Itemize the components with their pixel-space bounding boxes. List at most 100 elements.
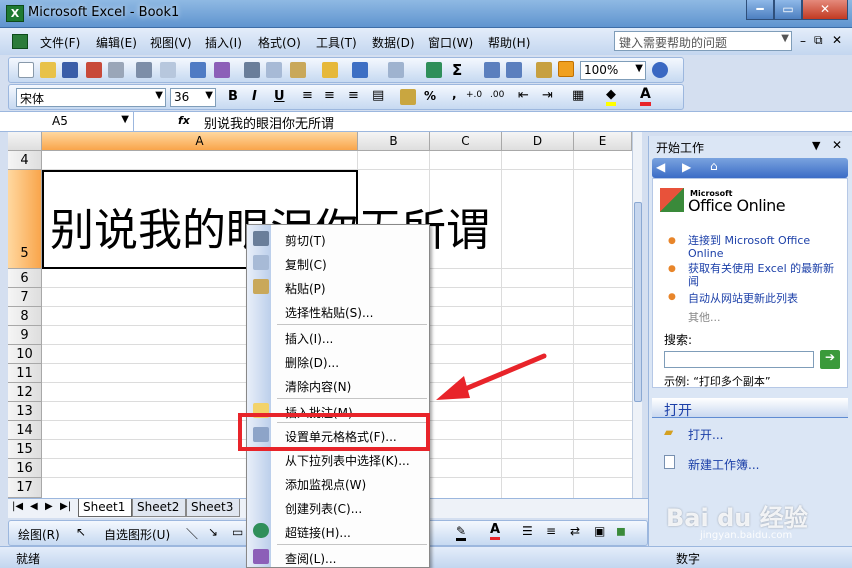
draw-menu[interactable]: 绘图(R) <box>18 526 60 543</box>
cut-icon[interactable] <box>244 62 260 78</box>
bold-icon[interactable]: B <box>228 89 238 104</box>
link-new-workbook[interactable]: 新建工作簿... <box>688 456 759 473</box>
row-header-7[interactable]: 7 <box>8 288 42 307</box>
ctx-create-list[interactable]: 创建列表(C)... <box>247 495 429 519</box>
help-search-box[interactable]: 键入需要帮助的问题 ▼ <box>614 31 792 51</box>
sort-ascending-icon[interactable] <box>484 62 500 78</box>
column-header-a[interactable]: A <box>42 132 358 151</box>
decrease-indent-icon[interactable]: ⇤ <box>518 88 529 103</box>
help-icon[interactable] <box>652 62 668 78</box>
borders-icon[interactable]: ▦ <box>572 88 584 103</box>
select-all-corner[interactable] <box>8 132 42 151</box>
row-header-17[interactable]: 17 <box>8 478 42 498</box>
ctx-delete[interactable]: 删除(D)... <box>247 349 429 373</box>
column-header-c[interactable]: C <box>430 132 502 151</box>
forward-icon[interactable]: ▶ <box>682 160 691 174</box>
arrow-style-icon[interactable]: ⇄ <box>570 524 580 538</box>
increase-decimal-icon[interactable]: +.0 <box>466 90 482 100</box>
menu-help[interactable]: 帮助(H) <box>488 34 530 51</box>
open-icon[interactable] <box>40 62 56 78</box>
sheet-tab-2[interactable]: Sheet2 <box>132 499 186 517</box>
research-icon[interactable] <box>214 62 230 78</box>
link-auto-update[interactable]: 自动从网站更新此列表 <box>688 290 840 306</box>
underline-icon[interactable]: U <box>274 89 285 104</box>
merge-center-icon[interactable]: ▤ <box>372 88 384 103</box>
fill-color-icon[interactable]: ◆ <box>606 87 616 106</box>
increase-indent-icon[interactable]: ⇥ <box>542 88 553 103</box>
ctx-add-watch[interactable]: 添加监视点(W) <box>247 471 429 495</box>
3d-icon[interactable]: ◼ <box>616 524 626 538</box>
row-header-8[interactable]: 8 <box>8 307 42 326</box>
rectangle-icon[interactable]: ▭ <box>232 525 243 539</box>
shadow-icon[interactable]: ▣ <box>594 524 605 538</box>
chevron-down-icon[interactable]: ▼ <box>205 90 213 101</box>
decrease-decimal-icon[interactable]: .00 <box>490 90 504 100</box>
sheet-tab-1[interactable]: Sheet1 <box>78 499 132 517</box>
ctx-hyperlink[interactable]: 超链接(H)... <box>247 519 429 543</box>
menu-format[interactable]: 格式(O) <box>258 34 301 51</box>
chevron-down-icon[interactable]: ▼ <box>155 90 163 101</box>
minimize-button[interactable]: ━ <box>746 0 774 20</box>
copy-icon[interactable] <box>266 62 282 78</box>
save-icon[interactable] <box>62 62 78 78</box>
menu-tools[interactable]: 工具(T) <box>316 34 357 51</box>
menu-file[interactable]: 文件(F) <box>40 34 80 51</box>
row-header-9[interactable]: 9 <box>8 326 42 345</box>
ctx-insert[interactable]: 插入(I)... <box>247 325 429 349</box>
paste-icon[interactable] <box>290 62 306 78</box>
first-sheet-icon[interactable]: |◀ <box>12 501 23 512</box>
font-color-icon[interactable]: A <box>640 86 651 106</box>
search-go-icon[interactable]: ➔ <box>820 350 840 369</box>
next-sheet-icon[interactable]: ▶ <box>45 501 53 512</box>
chevron-down-icon[interactable]: ▼ <box>121 114 129 125</box>
search-input[interactable] <box>664 351 814 368</box>
chart-wizard-icon[interactable] <box>536 62 552 78</box>
currency-icon[interactable] <box>400 89 416 105</box>
chevron-down-icon[interactable]: ▼ <box>781 33 789 44</box>
row-header-4[interactable]: 4 <box>8 151 42 170</box>
row-header-16[interactable]: 16 <box>8 459 42 478</box>
menu-view[interactable]: 视图(V) <box>150 34 192 51</box>
chevron-down-icon[interactable]: ▼ <box>635 63 643 74</box>
autoshapes-menu[interactable]: 自选图形(U) <box>104 526 170 543</box>
email-icon[interactable] <box>108 62 124 78</box>
chevron-down-icon[interactable]: ▼ <box>812 139 820 152</box>
row-header-12[interactable]: 12 <box>8 383 42 402</box>
last-sheet-icon[interactable]: ▶| <box>60 501 71 512</box>
ctx-copy[interactable]: 复制(C) <box>247 251 429 275</box>
formula-input[interactable]: 别说我的眼泪你无所谓 <box>204 113 334 132</box>
vertical-scrollbar[interactable] <box>632 132 642 498</box>
row-header-13[interactable]: 13 <box>8 402 42 421</box>
ctx-cut[interactable]: 剪切(T) <box>247 227 429 251</box>
pointer-icon[interactable]: ↖ <box>76 525 86 539</box>
font-size-box[interactable]: 36 ▼ <box>170 88 216 107</box>
line-style-icon[interactable]: ☰ <box>522 524 533 538</box>
row-header-5[interactable]: 5 <box>8 170 42 269</box>
hyperlink-icon[interactable] <box>426 62 442 78</box>
menu-insert[interactable]: 插入(I) <box>205 34 242 51</box>
comma-icon[interactable]: , <box>452 87 457 101</box>
doc-restore-icon[interactable]: ⧉ <box>814 33 823 48</box>
column-header-e[interactable]: E <box>574 132 632 151</box>
undo-icon[interactable] <box>352 62 368 78</box>
menu-edit[interactable]: 编辑(E) <box>96 34 137 51</box>
dash-style-icon[interactable]: ≡ <box>546 524 556 538</box>
name-box[interactable]: A5 ▼ <box>8 112 134 131</box>
ctx-paste-special[interactable]: 选择性粘贴(S)... <box>247 299 429 323</box>
line-icon[interactable]: ＼ <box>186 525 198 542</box>
align-right-icon[interactable]: ≡ <box>348 88 359 103</box>
maximize-button[interactable]: ▭ <box>774 0 802 20</box>
font-name-box[interactable]: 宋体 ▼ <box>16 88 166 107</box>
percent-icon[interactable]: % <box>424 89 436 103</box>
permission-icon[interactable] <box>86 62 102 78</box>
arrow-icon[interactable]: ↘ <box>208 525 218 539</box>
link-latest-news[interactable]: 获取有关使用 Excel 的最新新闻 <box>688 262 840 288</box>
row-header-15[interactable]: 15 <box>8 440 42 459</box>
sort-descending-icon[interactable] <box>506 62 522 78</box>
link-open[interactable]: 打开... <box>688 426 723 443</box>
format-painter-icon[interactable] <box>322 62 338 78</box>
zoom-box[interactable]: 100% ▼ <box>580 61 646 80</box>
prev-sheet-icon[interactable]: ◀ <box>30 501 38 512</box>
doc-minimize-icon[interactable]: – <box>800 34 806 48</box>
new-icon[interactable] <box>18 62 34 78</box>
